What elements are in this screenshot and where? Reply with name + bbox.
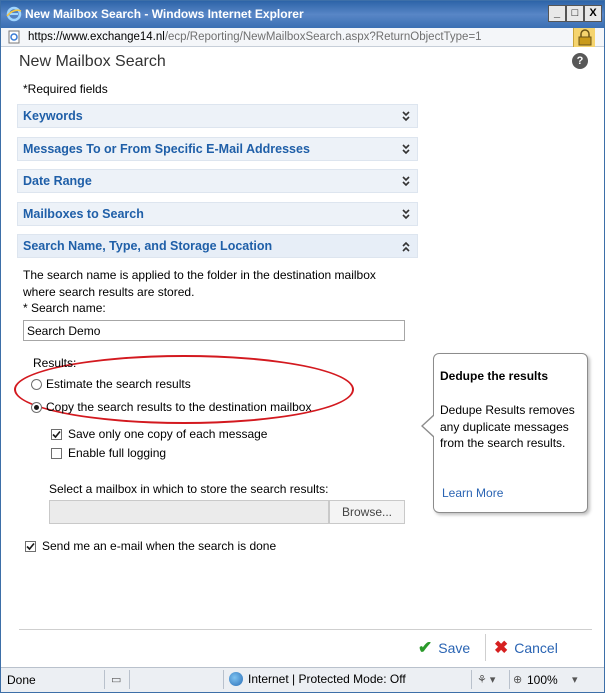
status-divider <box>129 670 130 689</box>
checkbox[interactable] <box>51 447 62 459</box>
cancel-label: Cancel <box>514 640 558 656</box>
radio-button[interactable] <box>31 401 42 413</box>
callout-title: Dedupe the results <box>440 369 549 383</box>
page-status-icon: ▭ <box>111 674 122 686</box>
radio-label: Estimate the search results <box>46 377 191 391</box>
required-fields-note: *Required fields <box>23 82 108 96</box>
dedupe-checkbox[interactable]: Save only one copy of each message <box>51 427 267 441</box>
section-date-range[interactable]: Date Range <box>17 169 418 193</box>
x-icon: ✖ <box>494 638 509 657</box>
search-name-input[interactable] <box>23 320 405 341</box>
status-divider <box>471 670 472 689</box>
section-keywords[interactable]: Keywords <box>17 104 418 128</box>
destination-mailbox-field <box>49 500 329 524</box>
status-bar: Done ▭ Internet | Protected Mode: Off ⚘ … <box>1 667 604 692</box>
copy-results-radio[interactable]: Copy the search results to the destinati… <box>31 400 311 414</box>
help-icon[interactable]: ? <box>572 53 588 69</box>
chevron-down-icon <box>402 209 410 220</box>
zone-text: Internet | Protected Mode: Off <box>248 672 406 686</box>
checkbox-label: Save only one copy of each message <box>68 427 268 441</box>
address-url[interactable]: https://www.exchange14.nl/ecp/Reporting/… <box>28 31 482 43</box>
url-domain: www.exchange14.nl <box>62 31 165 43</box>
browse-button[interactable]: Browse... <box>329 500 405 524</box>
radio-button[interactable] <box>31 378 42 390</box>
section-label: Keywords <box>23 109 83 123</box>
footer-divider <box>19 629 592 630</box>
section-label: Mailboxes to Search <box>23 207 144 221</box>
full-logging-checkbox[interactable]: Enable full logging <box>51 446 166 460</box>
cancel-button[interactable]: ✖ Cancel <box>494 638 558 658</box>
lock-icon[interactable] <box>573 28 595 47</box>
section-mailboxes-to-search[interactable]: Mailboxes to Search <box>17 202 418 226</box>
checkbox[interactable] <box>25 540 36 552</box>
mailbox-select-label: Select a mailbox in which to store the s… <box>49 482 329 496</box>
maximize-button[interactable]: □ <box>566 5 584 22</box>
save-button[interactable]: ✔ Save <box>418 638 470 658</box>
chevron-down-icon <box>402 111 410 122</box>
globe-icon <box>229 672 243 686</box>
checkbox-label: Send me an e-mail when the search is don… <box>42 539 277 553</box>
window-title: New Mailbox Search - Windows Internet Ex… <box>25 7 304 21</box>
status-divider <box>509 670 510 689</box>
minimize-button[interactable]: _ <box>548 5 566 22</box>
url-scheme: https:// <box>28 31 63 43</box>
internet-explorer-icon <box>6 6 22 22</box>
checkmark-icon: ✔ <box>418 638 433 657</box>
results-label: Results: <box>33 356 77 370</box>
close-button[interactable]: X <box>584 5 602 22</box>
callout-pointer-fill <box>423 415 435 437</box>
callout-body: Dedupe Results removes any duplicate mes… <box>440 403 575 450</box>
section-messages-to-from[interactable]: Messages To or From Specific E-Mail Addr… <box>17 137 418 161</box>
security-zone[interactable]: Internet | Protected Mode: Off <box>229 672 406 686</box>
chevron-down-icon <box>402 144 410 155</box>
estimate-results-radio[interactable]: Estimate the search results <box>31 377 191 391</box>
storage-description: The search name is applied to the folder… <box>23 268 376 299</box>
button-separator <box>485 634 486 661</box>
email-notify-checkbox[interactable]: Send me an e-mail when the search is don… <box>25 539 276 553</box>
browser-window: New Mailbox Search - Windows Internet Ex… <box>0 0 605 693</box>
page-icon <box>8 30 20 44</box>
protected-mode-icon[interactable]: ⚘ ▾ <box>477 673 495 686</box>
url-path: /ecp/Reporting/NewMailboxSearch.aspx?Ret… <box>164 31 482 43</box>
page-title: New Mailbox Search <box>19 53 166 70</box>
zoom-dropdown-icon[interactable]: ▾ <box>572 673 578 686</box>
save-label: Save <box>438 640 471 656</box>
checkmark-icon <box>52 430 61 438</box>
address-bar[interactable]: https://www.exchange14.nl/ecp/Reporting/… <box>1 28 604 47</box>
section-label: Date Range <box>23 174 92 188</box>
zoom-icon: ⊕ <box>513 674 523 686</box>
status-text: Done <box>7 673 36 687</box>
checkmark-icon <box>26 542 35 550</box>
chevron-down-icon <box>402 176 410 187</box>
checkbox-label: Enable full logging <box>68 446 167 460</box>
title-bar: New Mailbox Search - Windows Internet Ex… <box>1 1 604 28</box>
checkbox[interactable] <box>51 428 62 440</box>
zoom-level[interactable]: 100% <box>527 673 558 687</box>
search-name-label: * Search name: <box>23 301 106 315</box>
radio-label: Copy the search results to the destinati… <box>46 400 312 414</box>
section-search-name-type-storage[interactable]: Search Name, Type, and Storage Location <box>17 234 418 258</box>
learn-more-link[interactable]: Learn More <box>442 486 503 500</box>
section-label: Search Name, Type, and Storage Location <box>23 239 273 253</box>
status-divider <box>104 670 105 689</box>
status-divider <box>223 670 224 689</box>
chevron-up-icon <box>402 241 410 252</box>
section-label: Messages To or From Specific E-Mail Addr… <box>23 142 310 156</box>
